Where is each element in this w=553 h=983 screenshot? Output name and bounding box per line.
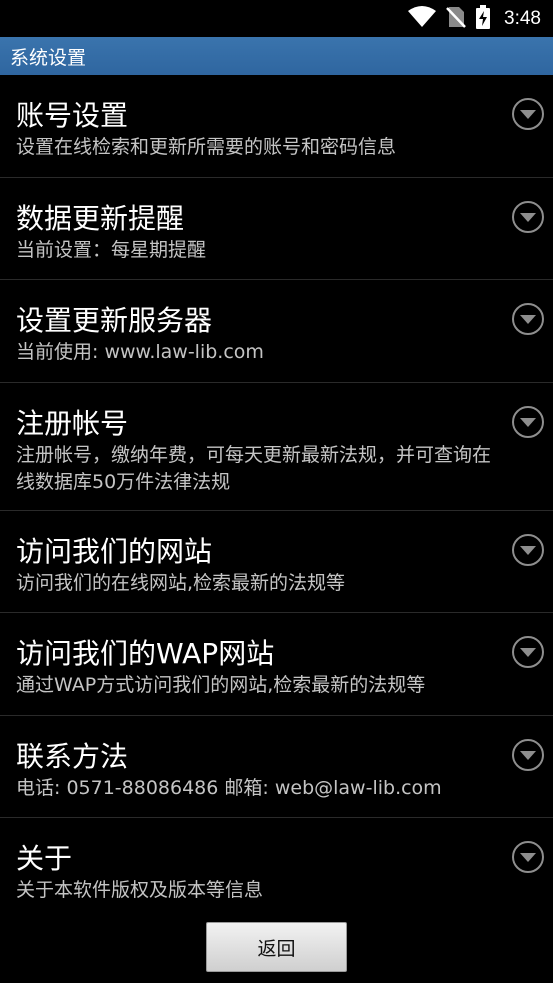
wifi-icon (408, 6, 437, 32)
setting-about[interactable]: 关于 关于本软件版权及版本等信息 (0, 818, 553, 921)
setting-title: 账号设置 (16, 99, 129, 132)
chevron-down-icon[interactable] (511, 533, 545, 567)
chevron-down-icon[interactable] (511, 840, 545, 874)
status-time: 3:48 (504, 8, 541, 29)
chevron-down-icon[interactable] (511, 738, 545, 772)
settings-list: 账号设置 设置在线检索和更新所需要的账号和密码信息 数据更新提醒 当前设置：每星… (0, 75, 553, 921)
setting-summary: 设置在线检索和更新所需要的账号和密码信息 (16, 136, 397, 158)
setting-title: 访问我们的网站 (16, 535, 213, 568)
setting-register-account[interactable]: 注册帐号 注册帐号，缴纳年费，可每天更新最新法规，并可查询在线数据库50万件法律… (0, 383, 553, 511)
setting-visit-website[interactable]: 访问我们的网站 访问我们的在线网站,检索最新的法规等 (0, 511, 553, 613)
back-button[interactable]: 返回 (206, 922, 347, 972)
setting-account[interactable]: 账号设置 设置在线检索和更新所需要的账号和密码信息 (0, 75, 553, 178)
setting-summary: 通过WAP方式访问我们的网站,检索最新的法规等 (16, 674, 426, 696)
setting-contact[interactable]: 联系方法 电话: 0571-88086486 邮箱: web@law-lib.c… (0, 716, 553, 818)
page-title: 系统设置 (10, 46, 87, 69)
setting-summary: 当前设置：每星期提醒 (16, 239, 207, 261)
chevron-down-icon[interactable] (511, 405, 545, 439)
setting-summary: 关于本软件版权及版本等信息 (16, 879, 264, 901)
no-sim-icon (446, 5, 466, 33)
status-bar: 3:48 (0, 0, 553, 37)
chevron-down-icon[interactable] (511, 635, 545, 669)
setting-title: 设置更新服务器 (16, 304, 213, 337)
setting-summary: 当前使用: www.law-lib.com (16, 341, 264, 363)
battery-charging-icon (476, 5, 491, 33)
setting-summary: 电话: 0571-88086486 邮箱: web@law-lib.com (16, 777, 442, 799)
setting-title: 关于 (16, 842, 73, 875)
chevron-down-icon[interactable] (511, 200, 545, 234)
setting-summary: 注册帐号，缴纳年费，可每天更新最新法规，并可查询在线数据库50万件法律法规 (16, 444, 492, 493)
setting-update-reminder[interactable]: 数据更新提醒 当前设置：每星期提醒 (0, 178, 553, 280)
title-bar: 系统设置 (0, 37, 553, 75)
setting-update-server[interactable]: 设置更新服务器 当前使用: www.law-lib.com (0, 280, 553, 383)
setting-title: 注册帐号 (16, 407, 129, 440)
setting-title: 访问我们的WAP网站 (16, 637, 275, 670)
setting-summary: 访问我们的在线网站,检索最新的法规等 (16, 572, 346, 594)
chevron-down-icon[interactable] (511, 97, 545, 131)
setting-title: 联系方法 (16, 740, 129, 773)
chevron-down-icon[interactable] (511, 302, 545, 336)
setting-title: 数据更新提醒 (16, 202, 185, 235)
status-icons: 3:48 (408, 5, 541, 33)
setting-visit-wap-website[interactable]: 访问我们的WAP网站 通过WAP方式访问我们的网站,检索最新的法规等 (0, 613, 553, 716)
